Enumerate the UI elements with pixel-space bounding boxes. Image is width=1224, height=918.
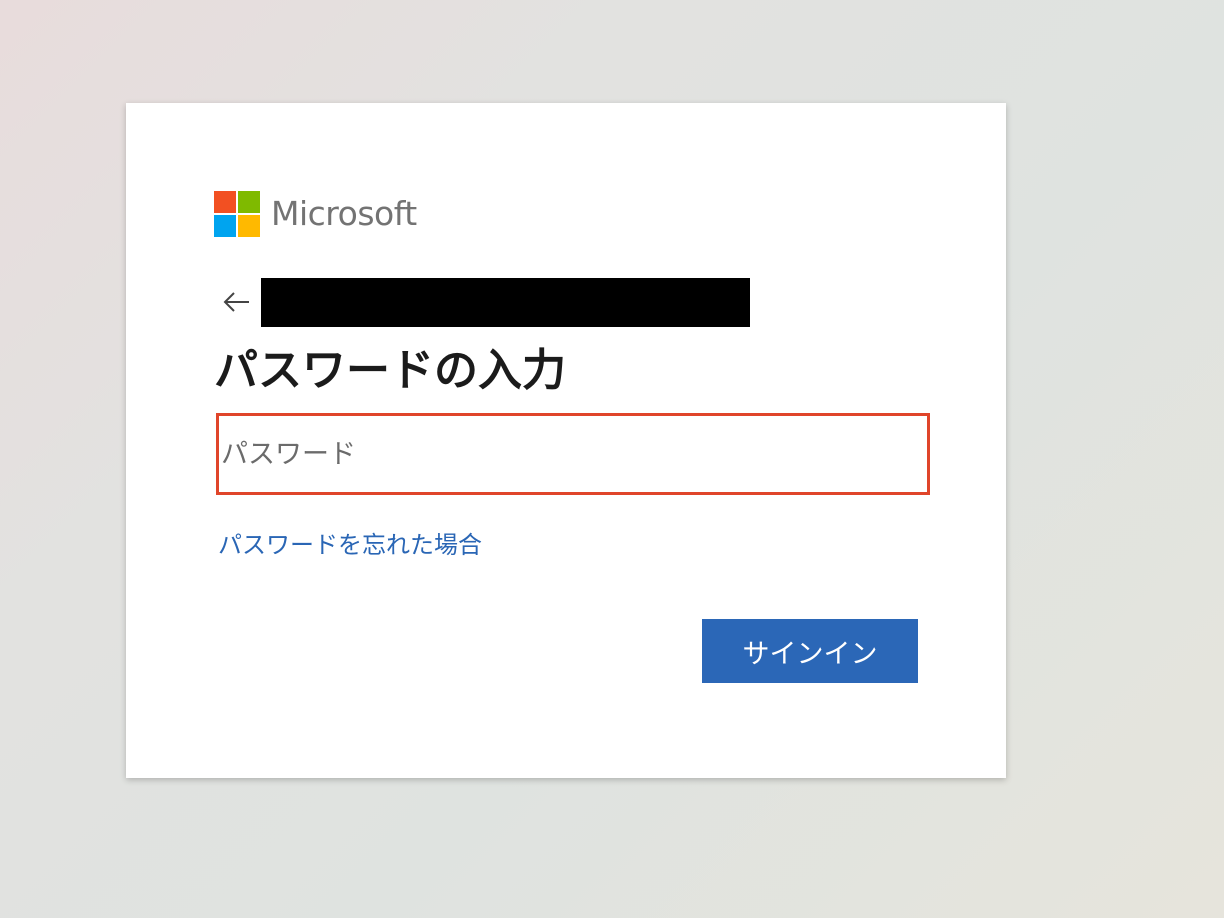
password-input[interactable]	[216, 413, 930, 495]
identity-banner	[222, 277, 750, 327]
sign-in-button[interactable]: サインイン	[702, 619, 918, 683]
microsoft-logo: Microsoft	[214, 191, 417, 237]
page-title: パスワードの入力	[214, 345, 566, 396]
logo-wordmark: Microsoft	[271, 194, 417, 233]
redacted-account-name	[261, 277, 750, 327]
back-arrow-icon[interactable]	[222, 287, 252, 317]
logo-blue-square	[214, 215, 236, 237]
microsoft-four-squares-icon	[214, 191, 260, 237]
logo-green-square	[238, 191, 260, 213]
sign-in-card: Microsoft パスワードの入力 パスワードを忘れた場合 サインイン	[126, 103, 1006, 778]
forgot-password-link[interactable]: パスワードを忘れた場合	[218, 528, 482, 562]
logo-red-square	[214, 191, 236, 213]
logo-yellow-square	[238, 215, 260, 237]
